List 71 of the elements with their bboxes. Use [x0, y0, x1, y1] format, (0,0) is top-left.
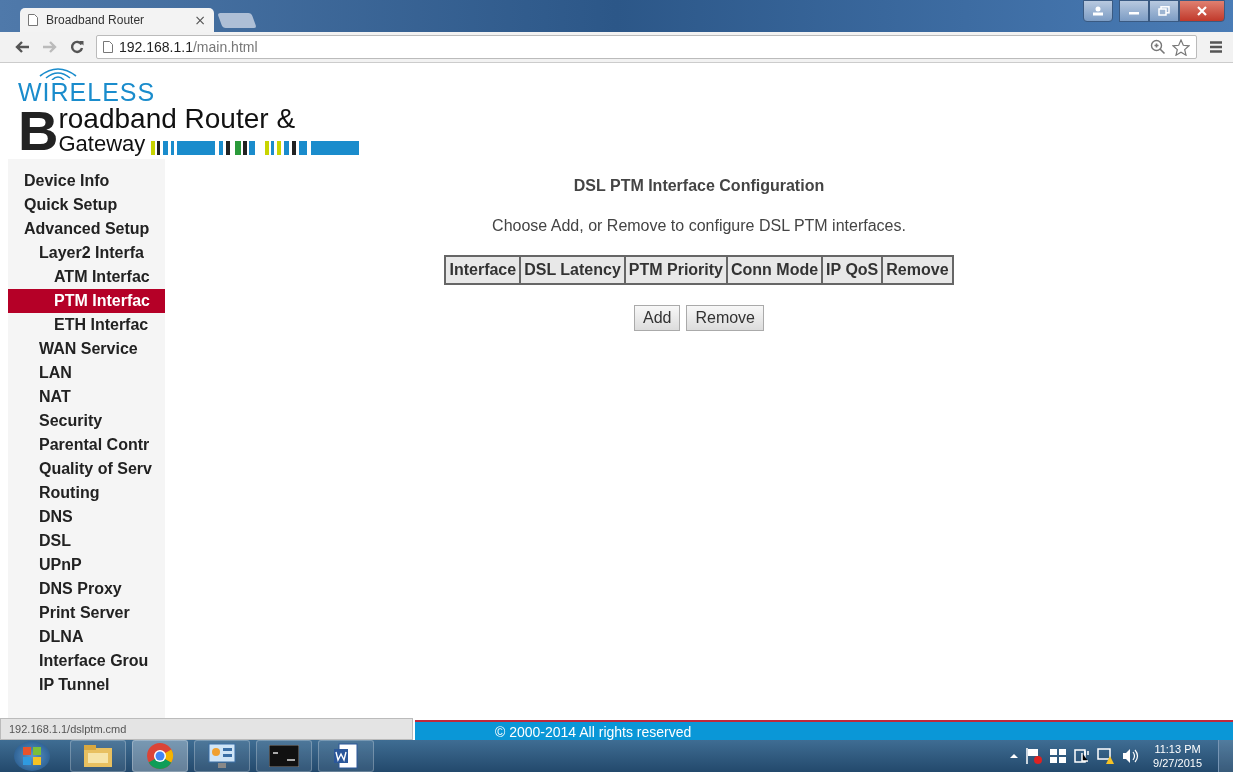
clock[interactable]: 11:13 PM 9/27/2015	[1153, 742, 1202, 770]
sidebar-item[interactable]: Print Server	[8, 601, 165, 625]
action-button[interactable]: Remove	[686, 305, 764, 331]
sidebar-item[interactable]: UPnP	[8, 553, 165, 577]
document-icon	[333, 743, 359, 769]
sidebar-item[interactable]: PTM Interfac	[8, 289, 165, 313]
minimize-button[interactable]	[1119, 0, 1149, 22]
sidebar-item[interactable]: Device Info	[8, 169, 165, 193]
back-icon[interactable]	[14, 40, 30, 54]
star-icon[interactable]	[1172, 38, 1190, 56]
menu-icon[interactable]	[1209, 40, 1223, 54]
column-header: Remove	[882, 256, 953, 284]
flag-icon[interactable]	[1025, 747, 1044, 765]
column-header: DSL Latency	[520, 256, 625, 284]
sidebar-item[interactable]: DNS Proxy	[8, 577, 165, 601]
sidebar-item[interactable]: IP Tunnel	[8, 673, 165, 697]
sidebar-item[interactable]: WAN Service	[8, 337, 165, 361]
time: 11:13 PM	[1154, 742, 1201, 756]
sidebar-item[interactable]: Quality of Serv	[8, 457, 165, 481]
address-bar[interactable]: 192.168.1.1/main.html	[96, 35, 1197, 59]
new-tab-button[interactable]	[217, 13, 257, 28]
start-button[interactable]	[14, 741, 50, 771]
taskbar-button[interactable]	[194, 740, 250, 772]
sidebar-item[interactable]: Routing	[8, 481, 165, 505]
sidebar-item[interactable]: NAT	[8, 385, 165, 409]
status-tooltip: 192.168.1.1/dslptm.cmd	[0, 718, 413, 740]
speaker-icon[interactable]	[1121, 747, 1140, 765]
page-title: DSL PTM Interface Configuration	[573, 177, 825, 195]
sidebar-item[interactable]: Parental Contr	[8, 433, 165, 457]
close-icon	[1196, 6, 1208, 16]
browser-icon	[146, 742, 174, 770]
sidebar-item[interactable]: Interface Grou	[8, 649, 165, 673]
network-warning-icon[interactable]	[1097, 747, 1116, 765]
reload-icon[interactable]	[70, 40, 84, 54]
terminal-icon	[269, 745, 299, 767]
column-header: IP QoS	[822, 256, 883, 284]
sidebar-item[interactable]: DSL	[8, 529, 165, 553]
sidebar-item[interactable]: DNS	[8, 505, 165, 529]
sidebar-item[interactable]: DLNA	[8, 625, 165, 649]
page-icon	[28, 14, 38, 26]
sidebar-item[interactable]: LAN	[8, 361, 165, 385]
person-icon	[1092, 6, 1104, 16]
page-icon	[103, 41, 113, 53]
taskbar-button[interactable]	[70, 740, 126, 772]
taskbar-button[interactable]	[132, 740, 188, 772]
sidebar-item[interactable]: Advanced Setup	[8, 217, 165, 241]
sidebar-item[interactable]: Quick Setup	[8, 193, 165, 217]
maximize-button[interactable]	[1149, 0, 1179, 22]
taskbar-button[interactable]	[318, 740, 374, 772]
folder-icon	[83, 744, 113, 768]
control-panel-icon	[208, 743, 236, 769]
browser-tab[interactable]: Broadband Router ×	[20, 8, 214, 32]
tray-arrow-icon[interactable]	[1009, 752, 1020, 760]
windows-icon[interactable]	[1049, 747, 1068, 765]
user-button[interactable]	[1083, 0, 1113, 22]
sidebar-item[interactable]: Layer2 Interfa	[8, 241, 165, 265]
close-window-button[interactable]	[1179, 0, 1225, 22]
close-tab-button[interactable]: ×	[194, 12, 206, 28]
column-header: PTM Priority	[624, 256, 727, 284]
date: 9/27/2015	[1153, 756, 1202, 770]
sidebar-item[interactable]: ATM Interfac	[8, 265, 165, 289]
zoom-icon[interactable]	[1150, 39, 1166, 55]
sidebar-item[interactable]: ETH Interfac	[8, 313, 165, 337]
sidebar-item[interactable]: Security	[8, 409, 165, 433]
copyright-text: © 2000-2014 All rights reserved	[495, 724, 692, 740]
taskbar-button[interactable]	[256, 740, 312, 772]
restore-icon	[1158, 6, 1170, 16]
action-button[interactable]: Add	[633, 305, 681, 331]
description: Choose Add, or Remove to configure DSL PTM interfaces.	[492, 217, 906, 235]
column-header: Conn Mode	[727, 256, 823, 284]
column-header: Interface	[445, 256, 521, 284]
